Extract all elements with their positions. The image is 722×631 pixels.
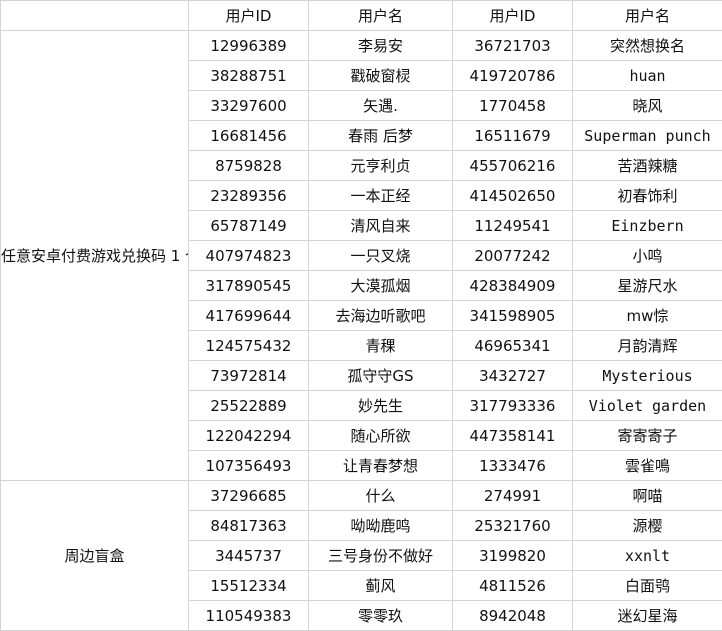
username-cell[interactable]: 星游尺水: [573, 271, 722, 301]
user-id-cell[interactable]: 12996389: [189, 31, 309, 61]
user-id-cell[interactable]: 37296685: [189, 481, 309, 511]
user-id-cell[interactable]: 414502650: [453, 181, 573, 211]
username-cell[interactable]: 蓟风: [309, 571, 453, 601]
header-username-2[interactable]: 用户名: [573, 1, 722, 31]
username-cell[interactable]: 李易安: [309, 31, 453, 61]
user-id-cell[interactable]: 1333476: [453, 451, 573, 481]
username-cell[interactable]: 雲雀鳴: [573, 451, 722, 481]
user-id-cell[interactable]: 25522889: [189, 391, 309, 421]
username-cell[interactable]: xxnlt: [573, 541, 722, 571]
user-id-cell[interactable]: 4811526: [453, 571, 573, 601]
username-cell[interactable]: 随心所欲: [309, 421, 453, 451]
username-cell[interactable]: 大漠孤烟: [309, 271, 453, 301]
username-cell[interactable]: Violet garden: [573, 391, 722, 421]
user-id-cell[interactable]: 1770458: [453, 91, 573, 121]
username-cell[interactable]: 啊喵: [573, 481, 722, 511]
user-id-cell[interactable]: 407974823: [189, 241, 309, 271]
username-cell[interactable]: 妙先生: [309, 391, 453, 421]
username-cell[interactable]: 小鸣: [573, 241, 722, 271]
header-corner-cell[interactable]: [1, 1, 189, 31]
user-id-cell[interactable]: 65787149: [189, 211, 309, 241]
header-user-id-1[interactable]: 用户ID: [189, 1, 309, 31]
user-id-cell[interactable]: 417699644: [189, 301, 309, 331]
table-body: 任意安卓付费游戏兑换码 1 个（自选）12996389李易安36721703突然…: [1, 31, 722, 631]
user-id-cell[interactable]: 15512334: [189, 571, 309, 601]
username-cell[interactable]: 去海边听歌吧: [309, 301, 453, 331]
user-id-cell[interactable]: 419720786: [453, 61, 573, 91]
header-username-1[interactable]: 用户名: [309, 1, 453, 31]
username-cell[interactable]: 寄寄寄子: [573, 421, 722, 451]
header-row: 用户ID 用户名 用户ID 用户名: [1, 1, 722, 31]
user-id-cell[interactable]: 122042294: [189, 421, 309, 451]
username-cell[interactable]: 清风自来: [309, 211, 453, 241]
username-cell[interactable]: Superman punch: [573, 121, 722, 151]
username-cell[interactable]: 春雨 后梦: [309, 121, 453, 151]
username-cell[interactable]: 什么: [309, 481, 453, 511]
user-id-cell[interactable]: 38288751: [189, 61, 309, 91]
user-id-cell[interactable]: 317890545: [189, 271, 309, 301]
username-cell[interactable]: 元亨利贞: [309, 151, 453, 181]
winners-table: 用户ID 用户名 用户ID 用户名 任意安卓付费游戏兑换码 1 个（自选）129…: [0, 0, 722, 631]
username-cell[interactable]: 迷幻星海: [573, 601, 722, 631]
username-cell[interactable]: huan: [573, 61, 722, 91]
group-label-cell[interactable]: 周边盲盒: [1, 481, 189, 631]
user-id-cell[interactable]: 16511679: [453, 121, 573, 151]
header-user-id-2[interactable]: 用户ID: [453, 1, 573, 31]
username-cell[interactable]: 零零玖: [309, 601, 453, 631]
username-cell[interactable]: 孤守守GS: [309, 361, 453, 391]
username-cell[interactable]: 让青春梦想: [309, 451, 453, 481]
user-id-cell[interactable]: 317793336: [453, 391, 573, 421]
user-id-cell[interactable]: 11249541: [453, 211, 573, 241]
user-id-cell[interactable]: 107356493: [189, 451, 309, 481]
user-id-cell[interactable]: 73972814: [189, 361, 309, 391]
user-id-cell[interactable]: 124575432: [189, 331, 309, 361]
username-cell[interactable]: Mysterious: [573, 361, 722, 391]
user-id-cell[interactable]: 274991: [453, 481, 573, 511]
username-cell[interactable]: 白面鸮: [573, 571, 722, 601]
username-cell[interactable]: 青稞: [309, 331, 453, 361]
table-row: 周边盲盒37296685什么274991啊喵: [1, 481, 722, 511]
username-cell[interactable]: 苦酒辣糖: [573, 151, 722, 181]
user-id-cell[interactable]: 3432727: [453, 361, 573, 391]
username-cell[interactable]: 一本正经: [309, 181, 453, 211]
username-cell[interactable]: 戳破窗棂: [309, 61, 453, 91]
user-id-cell[interactable]: 36721703: [453, 31, 573, 61]
user-id-cell[interactable]: 84817363: [189, 511, 309, 541]
user-id-cell[interactable]: 25321760: [453, 511, 573, 541]
user-id-cell[interactable]: 3445737: [189, 541, 309, 571]
user-id-cell[interactable]: 110549383: [189, 601, 309, 631]
user-id-cell[interactable]: 23289356: [189, 181, 309, 211]
user-id-cell[interactable]: 46965341: [453, 331, 573, 361]
user-id-cell[interactable]: 20077242: [453, 241, 573, 271]
username-cell[interactable]: mw悰: [573, 301, 722, 331]
user-id-cell[interactable]: 16681456: [189, 121, 309, 151]
username-cell[interactable]: 一只叉烧: [309, 241, 453, 271]
user-id-cell[interactable]: 428384909: [453, 271, 573, 301]
username-cell[interactable]: 突然想换名: [573, 31, 722, 61]
table-row: 任意安卓付费游戏兑换码 1 个（自选）12996389李易安36721703突然…: [1, 31, 722, 61]
user-id-cell[interactable]: 33297600: [189, 91, 309, 121]
user-id-cell[interactable]: 341598905: [453, 301, 573, 331]
username-cell[interactable]: 晓风: [573, 91, 722, 121]
username-cell[interactable]: 月韵清辉: [573, 331, 722, 361]
user-id-cell[interactable]: 455706216: [453, 151, 573, 181]
username-cell[interactable]: 源樱: [573, 511, 722, 541]
group-label-cell[interactable]: 任意安卓付费游戏兑换码 1 个（自选）: [1, 31, 189, 481]
username-cell[interactable]: 矢遇.: [309, 91, 453, 121]
user-id-cell[interactable]: 447358141: [453, 421, 573, 451]
username-cell[interactable]: 初春饰利: [573, 181, 722, 211]
username-cell[interactable]: 呦呦鹿鸣: [309, 511, 453, 541]
user-id-cell[interactable]: 8942048: [453, 601, 573, 631]
username-cell[interactable]: 三号身份不做好: [309, 541, 453, 571]
user-id-cell[interactable]: 3199820: [453, 541, 573, 571]
username-cell[interactable]: Einzbern: [573, 211, 722, 241]
user-id-cell[interactable]: 8759828: [189, 151, 309, 181]
